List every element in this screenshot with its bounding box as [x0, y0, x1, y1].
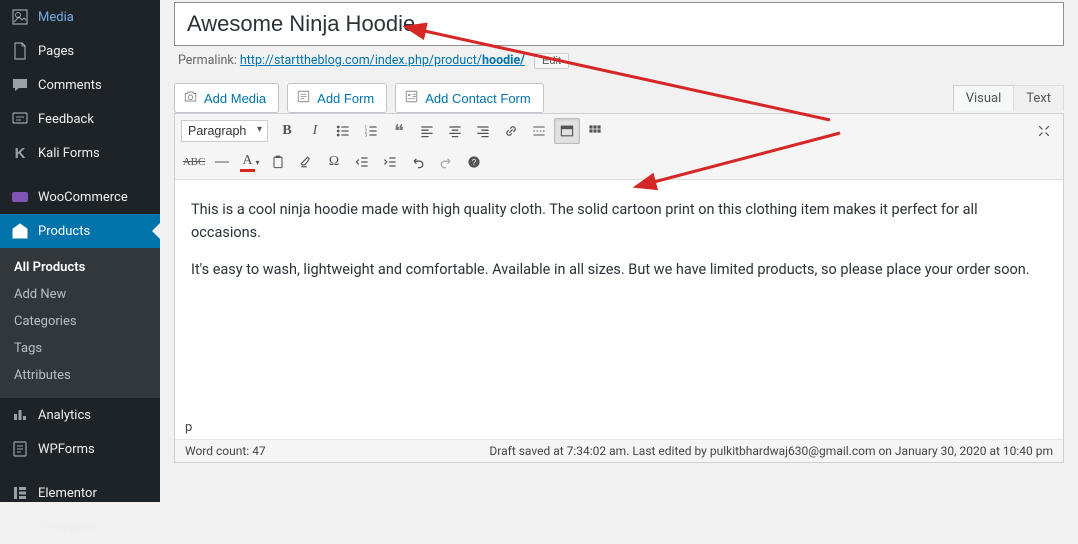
- blockquote-button[interactable]: ❝: [386, 118, 412, 144]
- sidebar-item-label: Kali Forms: [38, 146, 100, 161]
- indent-button[interactable]: [377, 149, 403, 175]
- format-select[interactable]: Paragraph: [181, 120, 268, 142]
- add-form-button[interactable]: Add Form: [287, 83, 387, 113]
- add-media-button[interactable]: Add Media: [174, 83, 279, 113]
- kaliforms-icon: K: [10, 143, 30, 163]
- sidebar-item-elementor[interactable]: Elementor: [0, 476, 160, 510]
- bold-button[interactable]: B: [274, 118, 300, 144]
- bullet-list-button[interactable]: [330, 118, 356, 144]
- align-left-button[interactable]: [414, 118, 440, 144]
- sidebar-item-label: WooCommerce: [38, 190, 128, 205]
- media-icon: [10, 7, 30, 27]
- element-path: p: [175, 416, 1063, 440]
- media-buttons-row: Add Media Add Form Add Contact Form Visu…: [174, 83, 1064, 113]
- permalink-link[interactable]: http://starttheblog.com/index.php/produc…: [240, 53, 525, 68]
- permalink-edit-button[interactable]: Edit: [534, 53, 569, 69]
- sidebar-item-analytics[interactable]: Analytics: [0, 398, 160, 432]
- align-center-button[interactable]: [442, 118, 468, 144]
- admin-sidebar: Media Pages Comments Feedback K Kali For…: [0, 0, 160, 502]
- sidebar-item-label: Feedback: [38, 112, 94, 127]
- tab-visual[interactable]: Visual: [953, 85, 1015, 111]
- toolbar-toggle-button[interactable]: [582, 118, 608, 144]
- sidebar-item-label: Elementor: [38, 486, 97, 501]
- feedback-icon: [10, 109, 30, 129]
- text-color-button[interactable]: A▾: [237, 149, 263, 175]
- sidebar-item-wpforms[interactable]: WPForms: [0, 432, 160, 466]
- align-right-button[interactable]: [470, 118, 496, 144]
- link-button[interactable]: [498, 118, 524, 144]
- contact-form-icon: [404, 89, 419, 107]
- sidebar-item-label: Media: [38, 10, 74, 25]
- editor-content-area[interactable]: This is a cool ninja hoodie made with hi…: [175, 180, 1063, 416]
- main-content: Permalink: http://starttheblog.com/index…: [160, 0, 1078, 502]
- sidebar-item-media[interactable]: Media: [0, 0, 160, 34]
- editor-toolbar: Paragraph B I 123 ❝ ABC — A: [175, 114, 1063, 180]
- tab-text[interactable]: Text: [1013, 85, 1064, 111]
- sidebar-item-pages[interactable]: Pages: [0, 34, 160, 68]
- sidebar-item-label: WPForms: [38, 442, 95, 457]
- svg-text:3: 3: [365, 134, 368, 139]
- draft-status: Draft saved at 7:34:02 am. Last edited b…: [489, 444, 1053, 458]
- content-paragraph: It's easy to wash, lightweight and comfo…: [191, 258, 1047, 281]
- undo-button[interactable]: [405, 149, 431, 175]
- help-button[interactable]: ?: [461, 149, 487, 175]
- add-contact-form-button[interactable]: Add Contact Form: [395, 83, 544, 113]
- sidebar-item-label: Comments: [38, 78, 102, 93]
- analytics-icon: [10, 405, 30, 425]
- templates-icon: [10, 517, 30, 537]
- outdent-button[interactable]: [349, 149, 375, 175]
- read-more-button[interactable]: [526, 118, 552, 144]
- page-icon: [10, 41, 30, 61]
- wpforms-icon: [10, 439, 30, 459]
- sidebar-item-templates[interactable]: Templates: [0, 510, 160, 544]
- redo-button[interactable]: [433, 149, 459, 175]
- italic-button[interactable]: I: [302, 118, 328, 144]
- sub-item-categories[interactable]: Categories: [0, 308, 160, 335]
- sidebar-item-kaliforms[interactable]: K Kali Forms: [0, 136, 160, 170]
- word-count: Word count: 47: [185, 444, 266, 458]
- sidebar-item-woocommerce[interactable]: WooCommerce: [0, 180, 160, 214]
- distraction-free-button[interactable]: [1031, 118, 1057, 144]
- content-paragraph: This is a cool ninja hoodie made with hi…: [191, 198, 1047, 244]
- sidebar-item-label: Pages: [38, 44, 74, 59]
- products-icon: [10, 221, 30, 241]
- woocommerce-icon: [10, 187, 30, 207]
- sub-item-add-new[interactable]: Add New: [0, 281, 160, 308]
- sidebar-item-comments[interactable]: Comments: [0, 68, 160, 102]
- paste-text-button[interactable]: [265, 149, 291, 175]
- clear-formatting-button[interactable]: [293, 149, 319, 175]
- editor-mode-tabs: Visual Text: [953, 85, 1064, 111]
- editor-statusbar: p Word count: 47 Draft saved at 7:34:02 …: [175, 416, 1063, 462]
- svg-text:?: ?: [472, 158, 477, 167]
- special-char-button[interactable]: Ω: [321, 149, 347, 175]
- permalink-label: Permalink:: [178, 53, 237, 68]
- product-title-input[interactable]: [174, 2, 1064, 46]
- strikethrough-button[interactable]: ABC: [181, 149, 207, 175]
- sidebar-item-label: Templates: [38, 520, 99, 535]
- sidebar-item-label: Analytics: [38, 408, 91, 423]
- sidebar-item-products[interactable]: Products: [0, 214, 160, 248]
- sidebar-item-label: Products: [38, 224, 90, 239]
- sub-item-all-products[interactable]: All Products: [0, 254, 160, 281]
- products-submenu: All Products Add New Categories Tags Att…: [0, 248, 160, 398]
- camera-icon: [183, 89, 198, 107]
- form-icon: [296, 89, 311, 107]
- horizontal-rule-button[interactable]: —: [209, 149, 235, 175]
- sub-item-tags[interactable]: Tags: [0, 335, 160, 362]
- number-list-button[interactable]: 123: [358, 118, 384, 144]
- elementor-icon: [10, 483, 30, 503]
- permalink-row: Permalink: http://starttheblog.com/index…: [174, 46, 1064, 83]
- comment-icon: [10, 75, 30, 95]
- sidebar-item-feedback[interactable]: Feedback: [0, 102, 160, 136]
- rich-text-editor: Paragraph B I 123 ❝ ABC — A: [174, 113, 1064, 463]
- sub-item-attributes[interactable]: Attributes: [0, 362, 160, 389]
- fullscreen-button[interactable]: [554, 118, 580, 144]
